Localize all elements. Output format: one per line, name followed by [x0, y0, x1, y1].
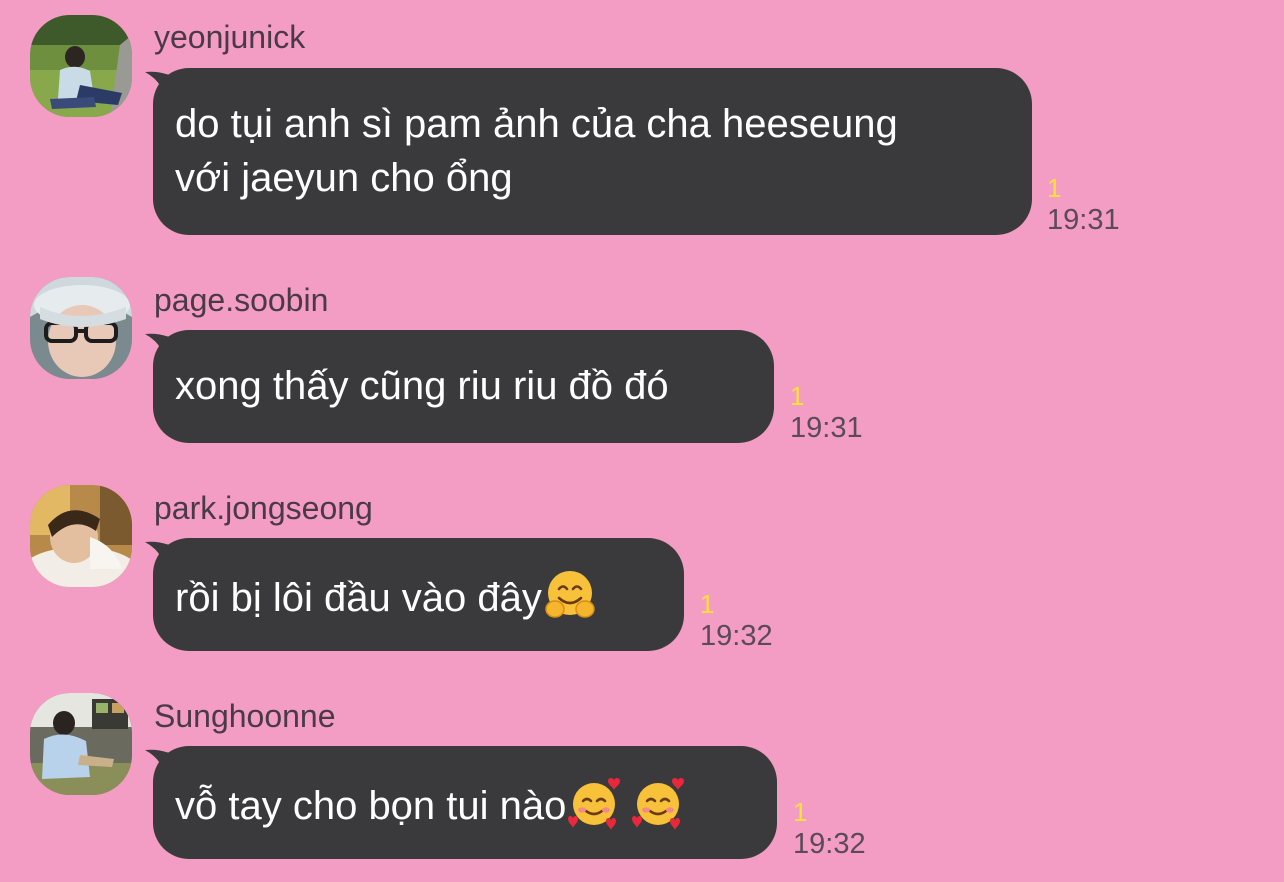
message-bubble[interactable]: vỗ tay cho bọn tui nào [153, 746, 777, 859]
message-text: rồi bị lôi đầu vào đây [175, 576, 542, 620]
timestamp: 19:31 [790, 412, 863, 444]
unread-count: 1 [790, 381, 805, 411]
avatar[interactable] [30, 15, 132, 117]
timestamp: 19:31 [1047, 204, 1120, 236]
message-meta: 1 19:32 [700, 589, 773, 653]
avatar[interactable] [30, 277, 132, 379]
message-bubble[interactable]: xong thấy cũng riu riu đồ đó [153, 330, 774, 443]
smiling-face-with-hearts-emoji [568, 778, 621, 830]
message-bubble[interactable]: rồi bị lôi đầu vào đây [153, 538, 684, 651]
sender-name: Sunghoonne [154, 698, 336, 734]
avatar[interactable] [30, 485, 132, 587]
sender-name: page.soobin [154, 282, 329, 318]
unread-count: 1 [793, 797, 808, 827]
timestamp: 19:32 [700, 620, 773, 652]
smiling-face-with-hearts-emoji [632, 778, 685, 830]
unread-count: 1 [1047, 173, 1062, 203]
message-bubble[interactable]: do tụi anh sì pam ảnh của cha heeseung v… [153, 68, 1032, 235]
message-meta: 1 19:31 [1047, 173, 1120, 237]
message-text: xong thấy cũng riu riu đồ đó [175, 364, 669, 408]
message-text-line: với jaeyun cho ổng [175, 156, 513, 200]
timestamp: 19:32 [793, 828, 866, 860]
sender-name: yeonjunick [154, 19, 306, 55]
message-text: vỗ tay cho bọn tui nào [175, 784, 567, 828]
message-meta: 1 19:32 [793, 797, 866, 861]
hugging-face-emoji [545, 571, 595, 618]
unread-count: 1 [700, 589, 715, 619]
message-meta: 1 19:31 [790, 381, 863, 445]
message-text-line: do tụi anh sì pam ảnh của cha heeseung [175, 102, 898, 146]
avatar[interactable] [30, 693, 132, 795]
sender-name: park.jongseong [154, 490, 373, 526]
